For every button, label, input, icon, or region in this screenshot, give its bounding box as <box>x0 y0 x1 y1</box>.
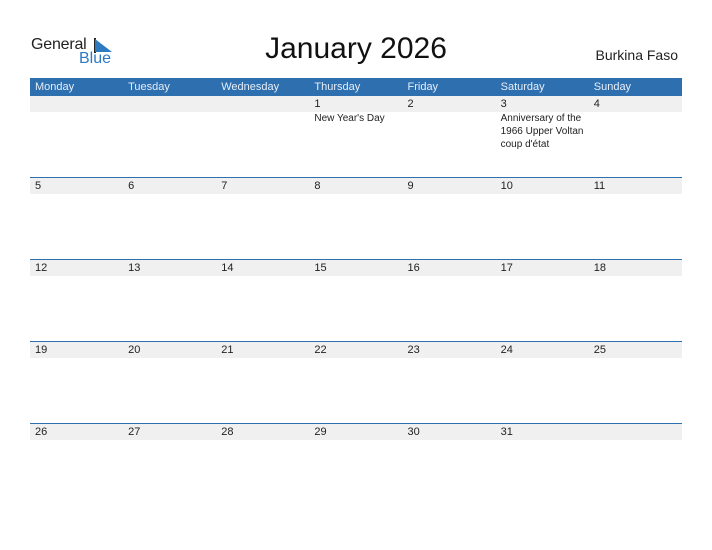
day-cell: 23 <box>403 342 496 358</box>
day-cell: 31 <box>496 424 589 440</box>
day-cell: 19 <box>30 342 123 358</box>
day-number: 20 <box>128 344 141 356</box>
day-number: 13 <box>128 262 141 274</box>
day-cell: 8 <box>309 178 402 194</box>
day-number: 24 <box>500 344 513 356</box>
day-cell: 17 <box>496 260 589 276</box>
day-cell: 22 <box>309 342 402 358</box>
day-cell <box>216 96 309 151</box>
day-cell: 4 <box>589 96 682 151</box>
week-row: 1 New Year's Day 2 3 Anniversary of the 1966… <box>30 96 682 177</box>
day-cell: 26 <box>30 424 123 440</box>
day-number: 12 <box>35 262 48 274</box>
day-cell <box>123 96 216 151</box>
day-number: 5 <box>35 180 42 192</box>
day-number: 11 <box>593 180 606 192</box>
day-cell: 27 <box>123 424 216 440</box>
day-number: 1 <box>314 98 321 110</box>
weekday-label: Thursday <box>314 81 361 93</box>
day-number: 7 <box>221 180 228 192</box>
day-number: 6 <box>128 180 135 192</box>
day-cell: 28 <box>216 424 309 440</box>
day-number <box>128 96 216 112</box>
day-number: 22 <box>314 344 327 356</box>
day-number: 10 <box>500 180 513 192</box>
day-cell: 7 <box>216 178 309 194</box>
day-cell: 29 <box>309 424 402 440</box>
day-cell: 24 <box>496 342 589 358</box>
day-cell: 1 New Year's Day <box>309 96 402 151</box>
day-cell <box>30 96 123 151</box>
day-cell: 16 <box>403 260 496 276</box>
weekday-header: Monday Tuesday Wednesday Thursday Friday… <box>30 78 682 96</box>
day-number <box>35 96 123 112</box>
day-number: 25 <box>593 344 606 356</box>
weekday-label: Wednesday <box>221 81 280 93</box>
day-number: 28 <box>221 426 234 438</box>
day-number: 4 <box>593 98 600 110</box>
country-label: Burkina Faso <box>595 47 678 63</box>
day-number: 15 <box>314 262 327 274</box>
day-cell: 18 <box>589 260 682 276</box>
day-cell: 2 <box>403 96 496 151</box>
day-cell: 25 <box>589 342 682 358</box>
day-cell: 21 <box>216 342 309 358</box>
weekday-label: Saturday <box>500 81 545 93</box>
week-row: 5 6 7 8 9 10 11 <box>30 177 682 259</box>
day-number: 31 <box>500 426 513 438</box>
day-cell: 6 <box>123 178 216 194</box>
day-number: 16 <box>407 262 420 274</box>
day-number: 26 <box>35 426 48 438</box>
day-number <box>594 424 682 440</box>
day-cell: 30 <box>403 424 496 440</box>
week-row: 19 20 21 22 23 24 25 <box>30 341 682 423</box>
day-cell: 13 <box>123 260 216 276</box>
day-cell: 10 <box>496 178 589 194</box>
day-cell: 14 <box>216 260 309 276</box>
day-number: 18 <box>593 262 606 274</box>
day-cell: 15 <box>309 260 402 276</box>
day-number: 21 <box>221 344 234 356</box>
weekday-label: Tuesday <box>128 81 170 93</box>
day-cell: 12 <box>30 260 123 276</box>
week-row: 26 27 28 29 30 31 <box>30 423 682 505</box>
day-number: 29 <box>314 426 327 438</box>
day-number: 27 <box>128 426 141 438</box>
day-number: 14 <box>221 262 234 274</box>
calendar-grid: Monday Tuesday Wednesday Thursday Friday… <box>30 78 682 505</box>
day-cell: 11 <box>589 178 682 194</box>
day-number: 2 <box>407 98 414 110</box>
day-cell: 5 <box>30 178 123 194</box>
weekday-label: Sunday <box>593 81 632 93</box>
weekday-label: Friday <box>407 81 439 93</box>
day-number: 9 <box>407 180 414 192</box>
day-number <box>221 96 309 112</box>
day-number: 8 <box>314 180 321 192</box>
day-number: 3 <box>500 98 507 110</box>
day-number: 30 <box>407 426 420 438</box>
day-number: 19 <box>35 344 48 356</box>
day-cell: 20 <box>123 342 216 358</box>
day-cell: 3 Anniversary of the 1966 Upper Voltan co… <box>496 96 589 151</box>
day-number: 23 <box>407 344 420 356</box>
day-cell: 9 <box>403 178 496 194</box>
day-cell <box>589 424 682 440</box>
holiday-event: Anniversary of the 1966 Upper Voltan cou… <box>500 113 584 150</box>
holiday-event: New Year's Day <box>314 113 385 124</box>
day-number: 17 <box>500 262 513 274</box>
week-row: 12 13 14 15 16 17 18 <box>30 259 682 341</box>
weekday-label: Monday <box>35 81 75 93</box>
